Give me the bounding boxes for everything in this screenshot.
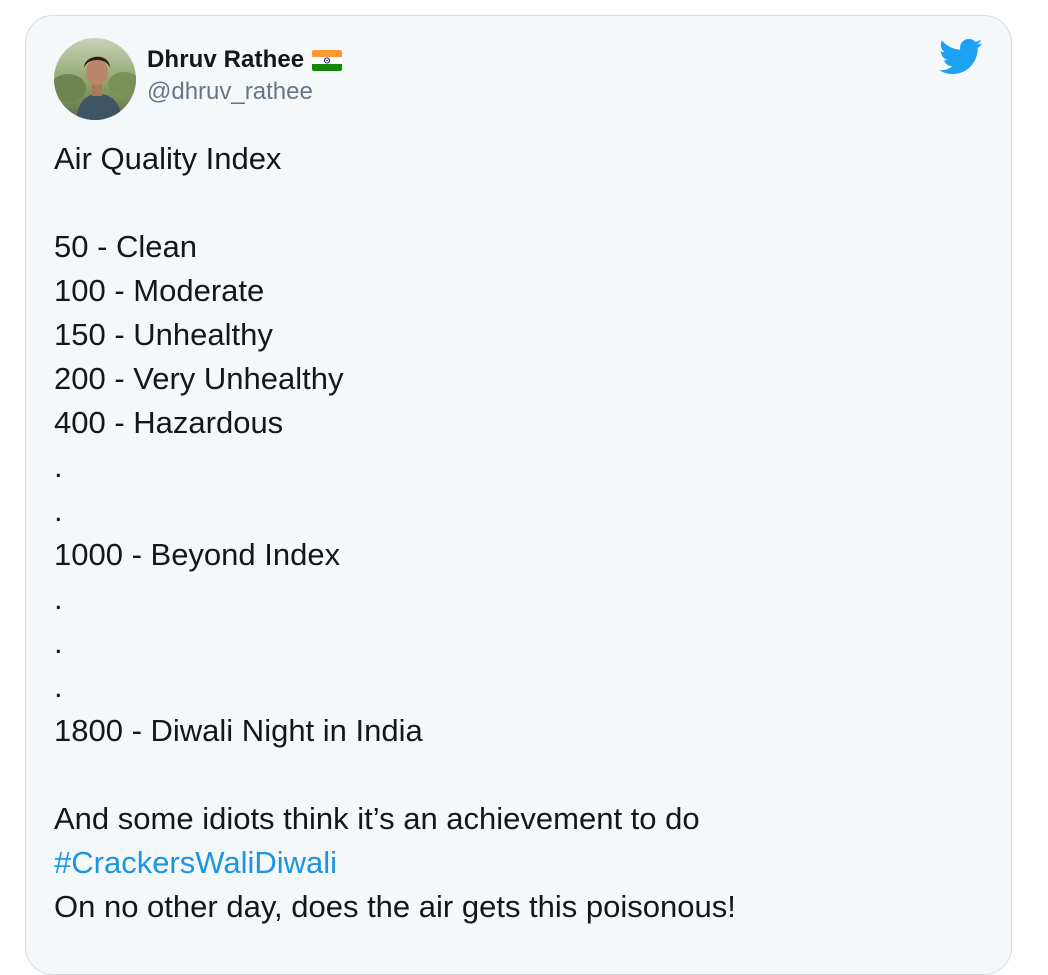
tweet-body: Air Quality Index 50 - Clean 100 - Moder… <box>54 137 984 929</box>
aqi-scale-line: 400 - Hazardous <box>54 405 284 440</box>
aqi-scale-line: 150 - Unhealthy <box>54 317 273 352</box>
aqi-scale-line: 1000 - Beyond Index <box>54 537 341 572</box>
aqi-scale-line: 1800 - Diwali Night in India <box>54 713 423 748</box>
author-handle[interactable]: @dhruv_rathee <box>147 78 313 106</box>
twitter-bird-icon[interactable] <box>939 38 983 76</box>
tweet-final-line: On no other day, does the air gets this … <box>54 889 736 924</box>
aqi-scale-dot: . <box>54 625 63 660</box>
tweet-closing-line: And some idiots think it’s an achievemen… <box>54 801 700 836</box>
india-flag-icon <box>312 49 343 71</box>
tweet-card[interactable]: Dhruv Rathee @dhruv_rathee Air Quality I… <box>25 15 1012 975</box>
aqi-scale-dot: . <box>54 669 63 704</box>
aqi-scale-dot: . <box>54 493 63 528</box>
author-display-name[interactable]: Dhruv Rathee <box>147 46 304 74</box>
aqi-scale-line: 50 - Clean <box>54 229 198 264</box>
aqi-scale-line: 100 - Moderate <box>54 273 265 308</box>
tweet-heading: Air Quality Index <box>54 141 282 176</box>
aqi-scale-line: 200 - Very Unhealthy <box>54 361 344 396</box>
author-avatar[interactable] <box>54 38 136 120</box>
hashtag-link[interactable]: #CrackersWaliDiwali <box>54 841 984 885</box>
aqi-scale-dot: . <box>54 581 63 616</box>
author-name-row[interactable]: Dhruv Rathee <box>147 46 343 74</box>
aqi-scale-dot: . <box>54 449 63 484</box>
